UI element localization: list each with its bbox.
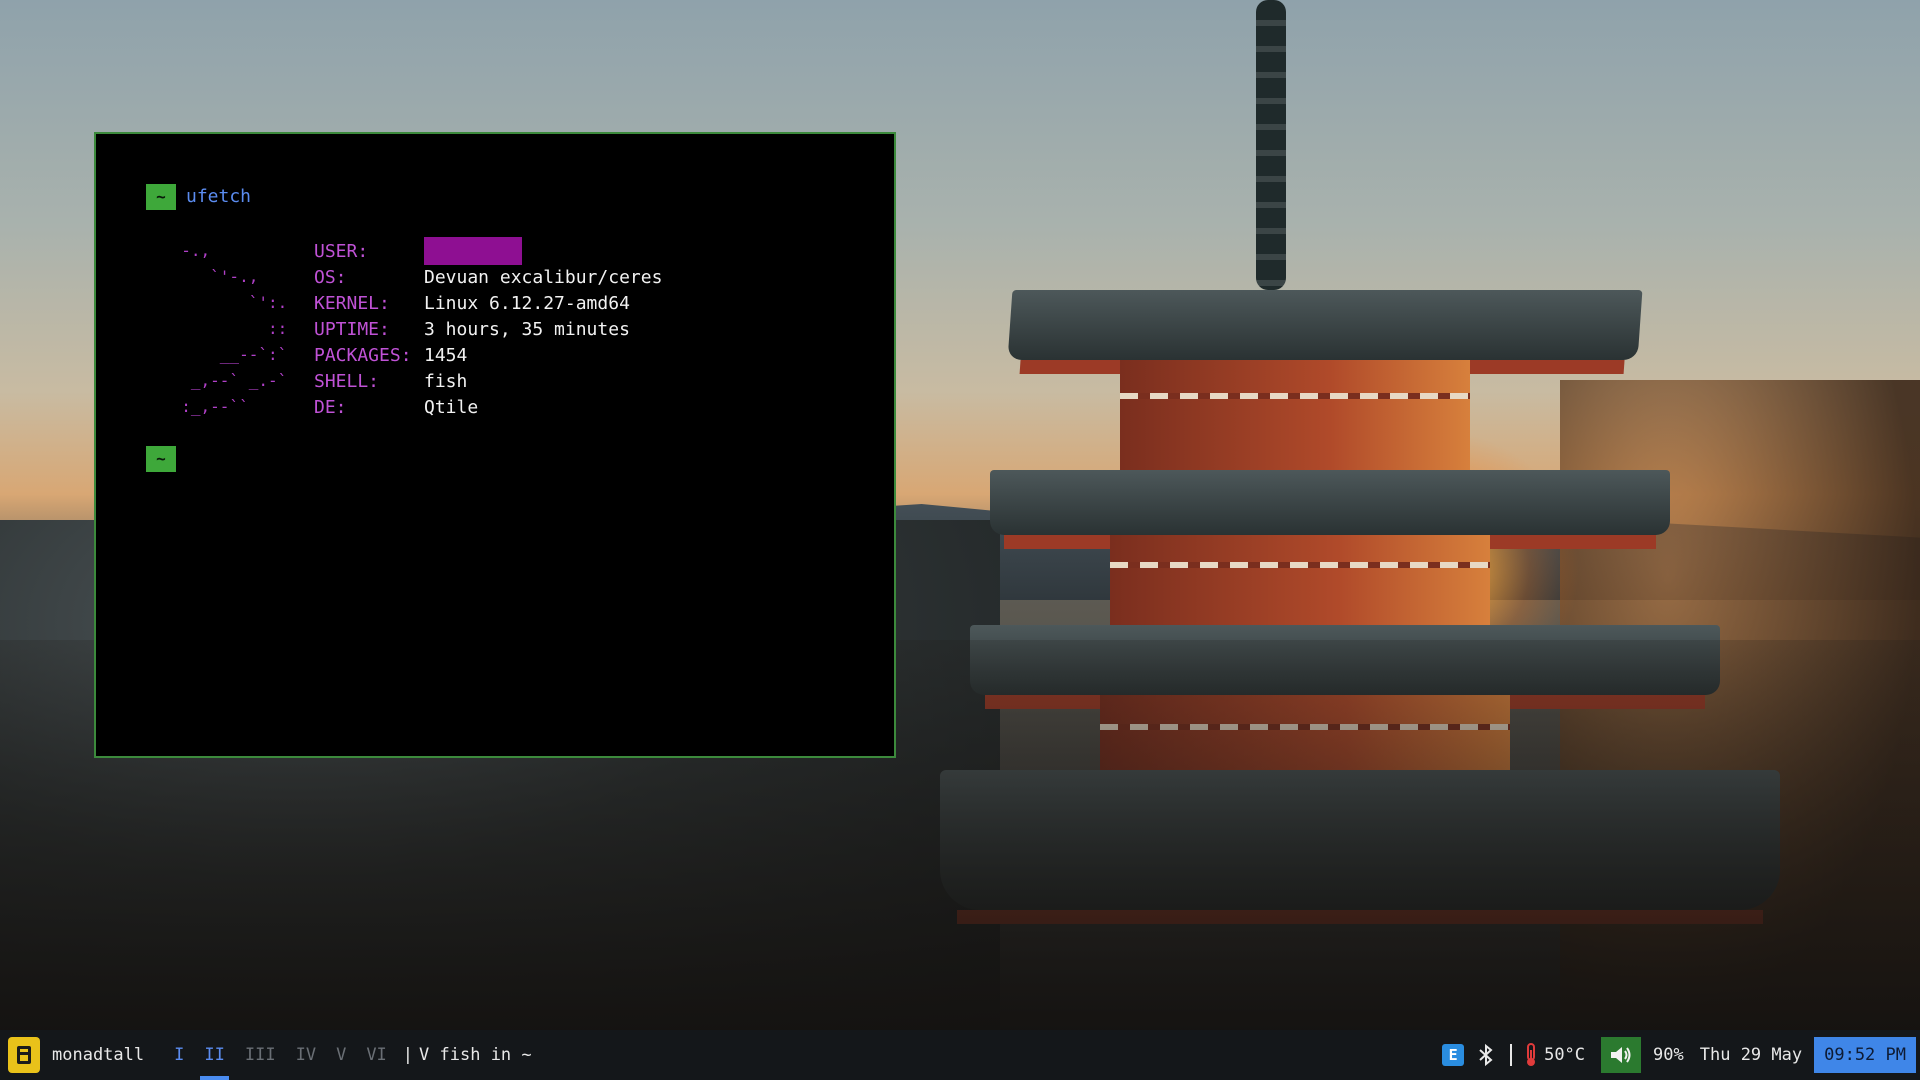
info-row-uptime: UPTIME: 3 hours, 35 minutes xyxy=(314,316,662,342)
command-text: ufetch xyxy=(186,186,252,207)
info-key: OS: xyxy=(314,266,347,288)
terminal-window[interactable]: ~ ufetch -., `'-., `':. :: __--`:` _,--`… xyxy=(94,132,896,758)
info-row-kernel: KERNEL: Linux 6.12.27-amd64 xyxy=(314,290,662,316)
window-title: V fish in ~ xyxy=(419,1045,532,1065)
info-row-de: DE: Qtile xyxy=(314,394,662,420)
date: Thu 29 May xyxy=(1699,1045,1803,1065)
info-row-user: USER: xyxy=(314,237,662,265)
info-row-packages: PACKAGES: 1454 xyxy=(314,342,662,368)
info-row-os: OS: Devuan excalibur/ceres xyxy=(314,264,662,290)
bar-separator: | xyxy=(402,1045,414,1065)
info-value: Qtile xyxy=(424,396,479,418)
workspace-5[interactable]: V xyxy=(326,1030,356,1080)
info-key: SHELL: xyxy=(314,370,380,392)
info-row-shell: SHELL: fish xyxy=(314,368,662,394)
pagoda-roof xyxy=(1007,290,1643,374)
workspace-4[interactable]: IV xyxy=(286,1030,326,1080)
info-key: DE: xyxy=(314,396,347,418)
info-key: KERNEL: xyxy=(314,292,390,314)
workspace-1[interactable]: I xyxy=(164,1030,194,1080)
divider xyxy=(1510,1044,1513,1066)
temperature: 50°C xyxy=(1544,1045,1586,1065)
redacted-username xyxy=(424,237,522,265)
info-value: fish xyxy=(424,370,468,392)
workspace-3[interactable]: III xyxy=(235,1030,286,1080)
pagoda-floor xyxy=(1120,360,1470,470)
info-value: 1454 xyxy=(424,344,468,366)
volume-widget[interactable] xyxy=(1601,1037,1642,1073)
clock[interactable]: 09:52 PM xyxy=(1814,1037,1916,1073)
ufetch-logo: -., `'-., `':. :: __--`:` _,--` _.-` :_,… xyxy=(181,241,288,416)
pagoda-floor xyxy=(1110,535,1490,625)
e-badge[interactable]: E xyxy=(1442,1044,1465,1066)
thermometer-icon xyxy=(1527,1043,1536,1066)
workspace-6[interactable]: VI xyxy=(356,1030,396,1080)
prompt-badge: ~ xyxy=(146,184,176,210)
workspace-2[interactable]: II xyxy=(194,1030,234,1080)
info-value: 3 hours, 35 minutes xyxy=(424,318,630,340)
info-value: Devuan excalibur/ceres xyxy=(424,266,663,288)
info-key: USER: xyxy=(314,240,369,262)
qtile-bar: monadtall I II III IV V VI | V fish in ~… xyxy=(0,1030,1920,1080)
ufetch-info: USER: OS: Devuan excalibur/ceres KERNEL:… xyxy=(314,237,662,420)
pagoda-roof xyxy=(990,470,1670,549)
volume-icon[interactable] xyxy=(1609,1044,1633,1066)
pagoda-spire xyxy=(1256,0,1286,290)
layout-name: monadtall xyxy=(52,1045,145,1065)
info-key: UPTIME: xyxy=(314,318,390,340)
info-key: PACKAGES: xyxy=(314,344,412,366)
bluetooth-icon[interactable] xyxy=(1476,1043,1496,1067)
volume-percent: 90% xyxy=(1653,1045,1684,1065)
layout-icon[interactable] xyxy=(8,1037,40,1073)
prompt-badge: ~ xyxy=(146,446,176,472)
info-value: Linux 6.12.27-amd64 xyxy=(424,292,630,314)
